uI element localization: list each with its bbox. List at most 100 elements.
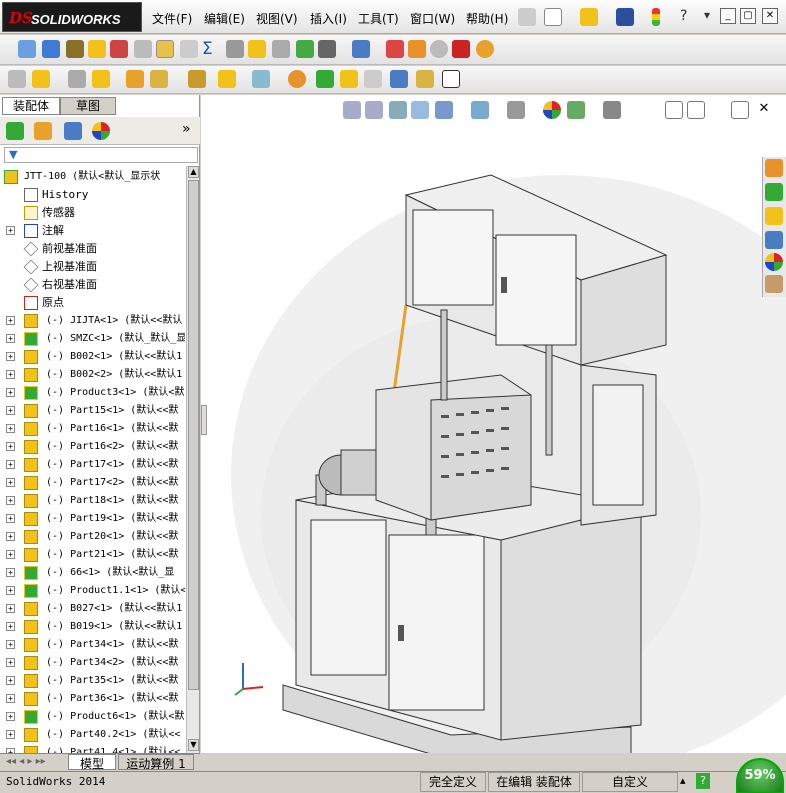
performance-icon[interactable] — [110, 40, 128, 58]
menu-view[interactable]: 视图(V) — [256, 10, 298, 27]
check-green-icon[interactable] — [318, 40, 336, 58]
tab-assembly[interactable]: 装配体 — [2, 97, 60, 115]
tree-item[interactable]: + (-) JIJTA<1> (默认<<默认 — [0, 312, 185, 330]
exploded-view-icon[interactable] — [340, 70, 358, 88]
configuration-icon[interactable] — [88, 40, 106, 58]
tree-expand-icon[interactable]: + — [6, 496, 15, 505]
save-icon[interactable] — [616, 8, 634, 26]
table-icon[interactable] — [352, 40, 370, 58]
assembly-features-icon[interactable] — [218, 70, 236, 88]
tree-scrollbar[interactable]: ▲ ▼ — [186, 166, 199, 753]
new-document-icon[interactable] — [544, 8, 562, 26]
tree-item[interactable]: + (-) Part18<1> (默认<<默 — [0, 492, 185, 510]
sum-icon[interactable]: Σ — [202, 40, 220, 58]
close-button[interactable]: ✕ — [762, 8, 778, 24]
tree-expand-icon[interactable]: + — [6, 388, 15, 397]
tile-vertical-icon[interactable] — [687, 101, 705, 119]
menu-edit[interactable]: 编辑(E) — [204, 10, 245, 27]
tree-expand-icon[interactable]: + — [6, 640, 15, 649]
section-view-icon[interactable] — [411, 101, 429, 119]
tree-item[interactable]: 前视基准面 — [0, 240, 185, 258]
filter-field[interactable]: ▼ — [4, 147, 198, 163]
tree-expand-icon[interactable]: + — [6, 550, 15, 559]
lock-icon[interactable] — [134, 40, 152, 58]
menu-insert[interactable]: 插入(I) — [310, 10, 347, 27]
status-custom-units[interactable]: 自定义 — [582, 772, 678, 792]
tree-item[interactable]: 传感器 — [0, 204, 185, 222]
tree-item[interactable]: + (-) Part40.2<1> (默认<< — [0, 726, 185, 744]
display-manager-icon[interactable] — [92, 122, 110, 140]
solidworks-logo[interactable]: DS SOLIDWORKS — [2, 2, 142, 32]
tree-item[interactable]: + (-) Part20<1> (默认<<默 — [0, 528, 185, 546]
menu-window[interactable]: 窗口(W) — [410, 10, 455, 27]
tile-horizontal-icon[interactable] — [665, 101, 683, 119]
menu-file[interactable]: 文件(F) — [152, 10, 192, 27]
warning-icon[interactable] — [248, 40, 266, 58]
tree-item[interactable]: + (-) Part21<1> (默认<<默 — [0, 546, 185, 564]
instant3d-icon[interactable] — [390, 70, 408, 88]
menu-help[interactable]: 帮助(H) — [466, 10, 508, 27]
split-icon[interactable] — [272, 40, 290, 58]
measure-icon[interactable] — [226, 40, 244, 58]
cad-model-view[interactable] — [201, 95, 786, 753]
tree-expand-icon[interactable]: + — [6, 658, 15, 667]
tree-item[interactable]: + (-) 66<1> (默认<默认_显 — [0, 564, 185, 582]
tree-item[interactable]: JTT-100 (默认<默认_显示状 — [0, 168, 185, 186]
minimize-button[interactable]: _ — [720, 8, 736, 24]
tree-item[interactable]: + (-) SMZC<1> (默认_默认_显 — [0, 330, 185, 348]
view-palette-icon[interactable] — [765, 231, 783, 249]
mass-properties-icon[interactable] — [66, 40, 84, 58]
tree-expand-icon[interactable]: + — [6, 406, 15, 415]
viewport-close-icon[interactable]: ✕ — [755, 101, 773, 119]
mate-icon[interactable] — [32, 70, 50, 88]
tab-motion-study[interactable]: 运动算例 1 — [118, 754, 194, 771]
tree-expand-icon[interactable]: + — [6, 712, 15, 721]
tree-expand-icon[interactable]: + — [6, 334, 15, 343]
move-component-icon[interactable] — [386, 40, 404, 58]
scroll-down-arrow[interactable]: ▼ — [188, 739, 199, 751]
tree-item[interactable]: History — [0, 186, 185, 204]
panel-expand-icon[interactable]: » — [182, 121, 191, 137]
previous-view-icon[interactable] — [389, 101, 407, 119]
tree-expand-icon[interactable]: + — [6, 370, 15, 379]
check-circle-icon[interactable] — [430, 40, 448, 58]
tree-item[interactable]: + (-) B019<1> (默认<<默认1 — [0, 618, 185, 636]
zoom-to-fit-icon[interactable] — [343, 101, 361, 119]
zoom-area-icon[interactable] — [365, 101, 383, 119]
performance-meter[interactable]: 59% — [736, 758, 784, 793]
tree-expand-icon[interactable]: + — [6, 694, 15, 703]
tree-item[interactable]: + (-) Product3<1> (默认<默 — [0, 384, 185, 402]
evaluate-icon[interactable] — [296, 40, 314, 58]
tree-expand-icon[interactable]: + — [6, 316, 15, 325]
restore-button[interactable]: ▢ — [740, 8, 756, 24]
hide-show-icon[interactable] — [507, 101, 525, 119]
design-library-icon[interactable] — [765, 183, 783, 201]
tree-item[interactable]: 原点 — [0, 294, 185, 312]
panel-collapse-handle[interactable] — [201, 405, 207, 435]
tree-expand-icon[interactable]: + — [6, 442, 15, 451]
tree-item[interactable]: + (-) Part19<1> (默认<<默 — [0, 510, 185, 528]
tree-item[interactable]: + (-) B002<1> (默认<<默认1 — [0, 348, 185, 366]
gear-icon[interactable] — [408, 40, 426, 58]
show-hidden-icon[interactable] — [188, 70, 206, 88]
display-style-icon[interactable] — [471, 101, 489, 119]
view-settings-icon[interactable] — [603, 101, 621, 119]
tree-item[interactable]: + (-) B002<2> (默认<<默认1 — [0, 366, 185, 384]
tree-item[interactable]: 右视基准面 — [0, 276, 185, 294]
explode-line-icon[interactable] — [364, 70, 382, 88]
tab-model[interactable]: 模型 — [68, 754, 116, 771]
tree-item[interactable]: 上视基准面 — [0, 258, 185, 276]
tree-expand-icon[interactable]: + — [6, 514, 15, 523]
tree-expand-icon[interactable]: + — [6, 676, 15, 685]
tree-expand-icon[interactable]: + — [6, 352, 15, 361]
feature-manager-icon[interactable] — [6, 122, 24, 140]
tree-expand-icon[interactable]: + — [6, 424, 15, 433]
tree-expand-icon[interactable]: + — [6, 622, 15, 631]
checkbox-icon[interactable] — [156, 40, 174, 58]
tree-expand-icon[interactable]: + — [6, 532, 15, 541]
appearances-icon[interactable] — [765, 253, 783, 271]
paperclip-icon[interactable] — [68, 70, 86, 88]
open-folder-icon[interactable] — [580, 8, 598, 26]
hole-wizard-icon[interactable] — [416, 70, 434, 88]
tab-nav-arrows[interactable]: ◂◂ ◂ ▸ ▸▸ — [6, 756, 46, 767]
